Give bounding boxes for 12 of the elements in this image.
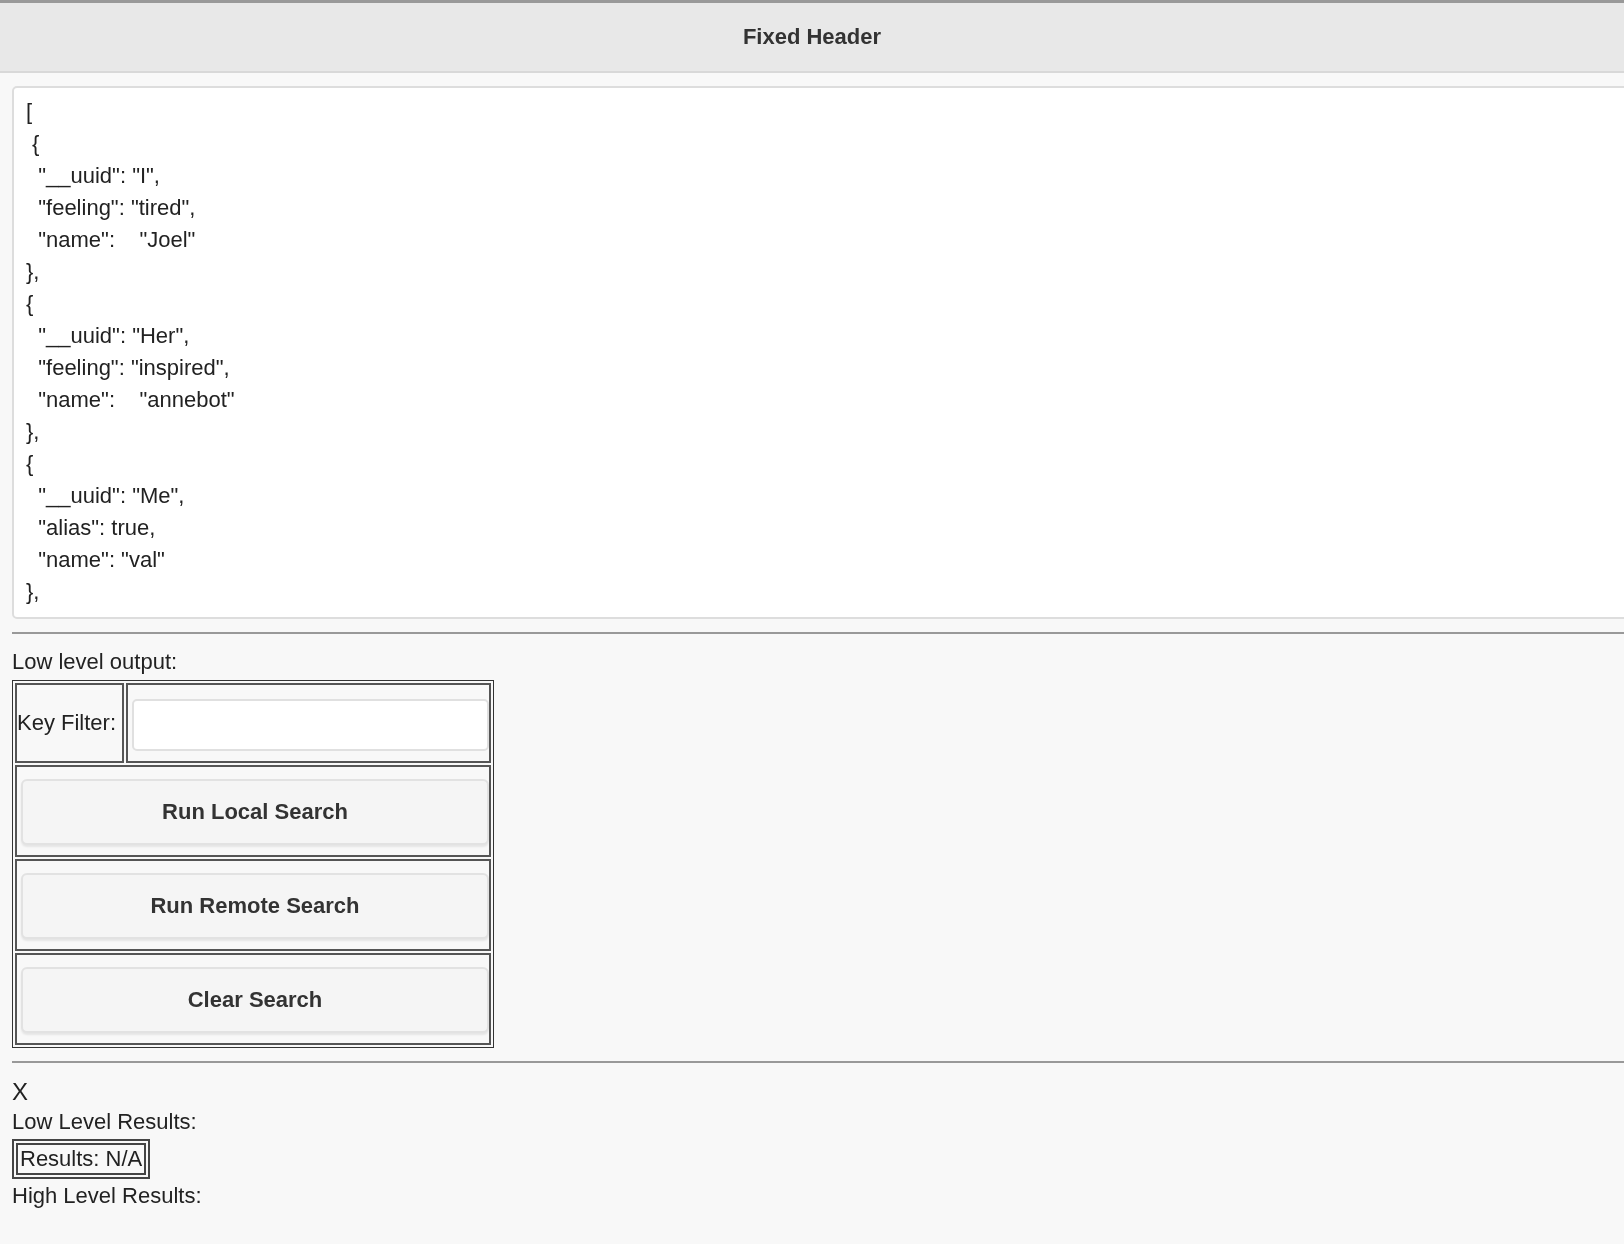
x-text: X	[12, 1077, 29, 1107]
results-cell: Results: N/A	[16, 1143, 147, 1175]
key-filter-input[interactable]	[132, 699, 489, 751]
search-button[interactable]: Run Local Search	[21, 779, 489, 845]
key-filter-label: Key Filter:	[15, 683, 124, 763]
search-button[interactable]: Run Remote Search	[21, 873, 489, 939]
results-label: Low Level Results:	[12, 1108, 198, 1136]
json-editor[interactable]: [ { "__uuid": "I", "feeling": "tired", "name": "Joel" }, { "__uuid": "Her", "feeling": "inspired", "name": "annebot" }, { "__uuid": "Me", "alias": true, "name": "val" },	[12, 86, 1624, 619]
results-label: High Level Results:	[12, 1182, 203, 1210]
header-title: Fixed Header	[742, 24, 882, 50]
search-button[interactable]: Clear Search	[21, 967, 489, 1033]
section-label: Low level output:	[12, 648, 179, 676]
